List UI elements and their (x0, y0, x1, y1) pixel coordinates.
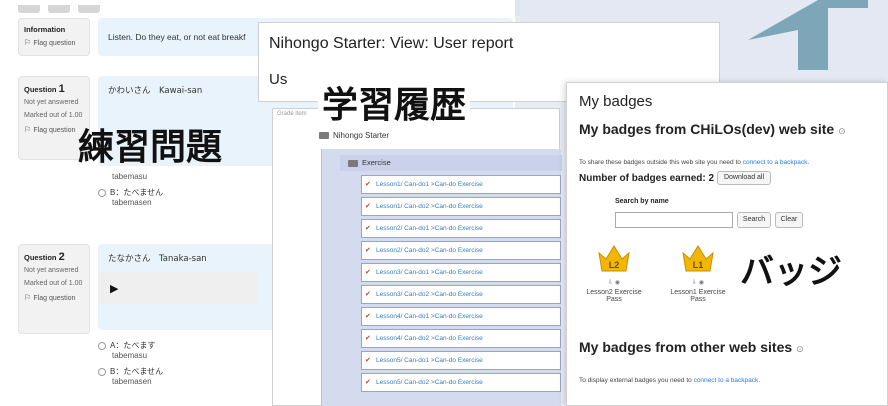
question-2-flag-link[interactable]: Flag question (24, 293, 84, 302)
caption-practice: 練習問題 (78, 126, 223, 168)
question-1-marked: Marked out of 1.00 (24, 112, 83, 119)
badge-actions[interactable]: ⇩ ◉ (663, 279, 733, 286)
flag-question-link[interactable]: Flag question (24, 38, 84, 47)
question-1-option-b[interactable]: B：たべません tabemasen (98, 187, 163, 207)
nav-tab[interactable] (18, 5, 40, 13)
nav-tab[interactable] (48, 5, 70, 13)
svg-text:L1: L1 (693, 260, 704, 270)
badge-name: Lesson1 Exercise Pass (670, 289, 726, 303)
clear-button[interactable]: Clear (775, 212, 803, 228)
arrow-decoration (748, 0, 868, 70)
help-icon[interactable]: ⊙ (838, 126, 846, 136)
question-2-answers: A：たべます tabemasu B：たべません tabemasen (98, 340, 163, 392)
grade-item-row[interactable]: Lesson1/ Can-do1 >Can-do Exercise (361, 175, 561, 194)
crown-badge-icon: L1 (682, 245, 714, 272)
badge-item[interactable]: L1 ⇩ ◉ Lesson1 Exercise Pass (663, 243, 733, 303)
question-2-option-a[interactable]: A：たべます tabemasu (98, 340, 163, 360)
caption-history: 学習履歴 (318, 76, 471, 128)
grade-item-row[interactable]: Lesson1/ Can-do2 >Can-do Exercise (361, 197, 561, 216)
radio-b[interactable] (98, 367, 106, 376)
grade-report-table: Grade item Nihongo Starter Exercise Less… (272, 108, 562, 406)
search-by-name-label: Search by name (615, 198, 669, 205)
question-1-answers: tabemasu B：たべません tabemasen (98, 172, 163, 213)
grade-item-row[interactable]: Lesson3/ Can-do2 >Can-do Exercise (361, 285, 561, 304)
search-button[interactable]: Search (737, 212, 771, 228)
question-2-title: Question 2 (24, 251, 65, 263)
badge-search-input[interactable] (615, 212, 733, 228)
audio-player: ▶ (98, 272, 258, 304)
caption-badge: バッジ (740, 252, 842, 292)
report-title: Nihongo Starter: View: User report (269, 35, 514, 52)
category-row: Exercise (340, 155, 562, 171)
nav-tab[interactable] (78, 5, 100, 13)
grade-item-row[interactable]: Lesson2/ Can-do2 >Can-do Exercise (361, 241, 561, 260)
question-1-flag-link[interactable]: Flag question (24, 125, 84, 134)
connect-backpack-link[interactable]: connect to a backpack (694, 377, 759, 384)
grade-item-row[interactable]: Lesson2/ Can-do1 >Can-do Exercise (361, 219, 561, 238)
question-1-option-a-romaji: tabemasu (112, 172, 148, 181)
question-1-title: Question 1 (24, 83, 65, 95)
question-2-option-b[interactable]: B：たべません tabemasen (98, 366, 163, 386)
folder-icon (348, 159, 358, 167)
question-2-sidebar: Question 2 Not yet answered Marked out o… (18, 244, 90, 334)
grade-item-row[interactable]: Lesson4/ Can-do2 >Can-do Exercise (361, 329, 561, 348)
question-1-status: Not yet answered (24, 99, 79, 106)
help-icon[interactable]: ⊙ (796, 344, 804, 354)
download-all-button[interactable]: Download all (717, 171, 771, 185)
course-row: Nihongo Starter (319, 131, 389, 140)
connect-backpack-link[interactable]: connect to a backpack (743, 159, 808, 166)
quiz-top-nav (18, 0, 128, 13)
radio-a[interactable] (98, 341, 106, 350)
badges-page-title: My badges (579, 93, 653, 110)
grade-item-row[interactable]: Lesson5/ Can-do2 >Can-do Exercise (361, 373, 561, 392)
badges-earned-count: Number of badges earned: 2 (579, 173, 715, 184)
grade-item-row[interactable]: Lesson5/ Can-do1 >Can-do Exercise (361, 351, 561, 370)
radio-b[interactable] (98, 188, 106, 197)
badge-actions[interactable]: ⇩ ◉ (579, 279, 649, 286)
play-icon[interactable]: ▶ (110, 282, 118, 295)
badge-item[interactable]: L2 ⇩ ◉ Lesson2 Exercise Pass (579, 243, 649, 303)
folder-icon (319, 132, 329, 140)
badges-site-heading: My badges from CHiLOs(dev) web site ⊙ (579, 121, 846, 137)
question-2-status: Not yet answered (24, 267, 79, 274)
svg-text:L2: L2 (609, 260, 620, 270)
badge-name: Lesson2 Exercise Pass (586, 289, 642, 303)
grade-item-header: Grade item (277, 111, 307, 117)
info-sidebar: Information Flag question (18, 18, 90, 56)
info-label: Information (24, 25, 66, 34)
grade-item-row[interactable]: Lesson4/ Can-do1 >Can-do Exercise (361, 307, 561, 326)
external-badges-notice: To display external badges you need to c… (579, 377, 761, 384)
grade-item-row[interactable]: Lesson3/ Can-do1 >Can-do Exercise (361, 263, 561, 282)
report-subtitle: Us (269, 71, 288, 88)
crown-badge-icon: L2 (598, 245, 630, 272)
share-notice: To share these badges outside this web s… (579, 159, 810, 166)
question-2-marked: Marked out of 1.00 (24, 280, 83, 287)
other-sites-heading: My badges from other web sites ⊙ (579, 339, 804, 355)
